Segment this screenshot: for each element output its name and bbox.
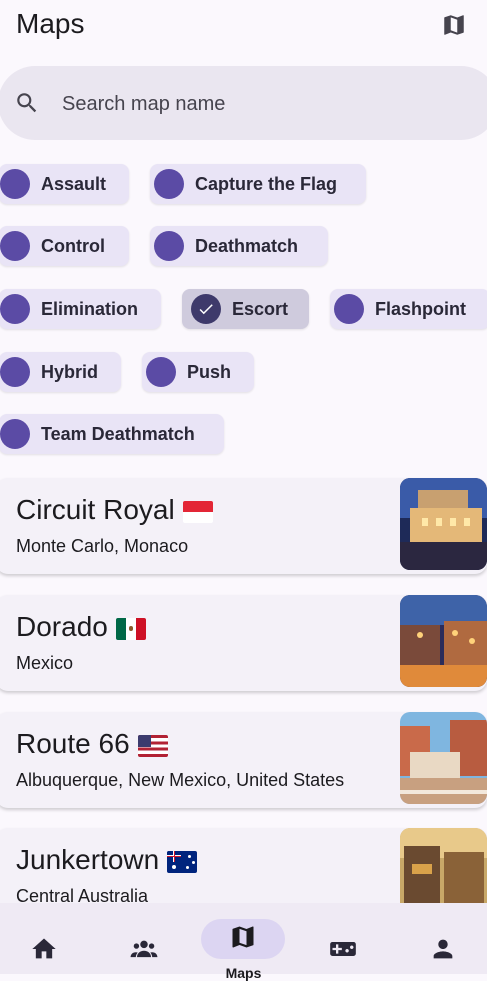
filter-chip-capture-the-flag[interactable]: Capture the Flag <box>150 164 366 204</box>
map-name: Junkertown <box>16 844 198 876</box>
map-view-button[interactable] <box>439 10 469 40</box>
chip-label: Team Deathmatch <box>41 423 195 444</box>
page-title: Maps <box>16 8 85 39</box>
map-name: Route 66 <box>16 728 168 760</box>
search-input[interactable] <box>60 86 444 122</box>
map-location: Mexico <box>16 653 74 673</box>
chip-label: Flashpoint <box>375 298 466 319</box>
filter-chip-assault[interactable]: Assault <box>0 164 129 204</box>
map-location: Monte Carlo, Monaco <box>16 536 189 556</box>
map-thumbnail <box>400 595 487 687</box>
australia-flag-icon <box>167 850 198 873</box>
chip-check <box>191 294 221 324</box>
search-icon <box>17 93 37 113</box>
chip-avatar-dot <box>0 357 30 387</box>
chip-avatar-dot <box>0 231 30 261</box>
nav-item-profile[interactable] <box>403 903 483 974</box>
chip-label: Deathmatch <box>195 235 299 256</box>
map-card-route-66[interactable]: Route 66 Albuquerque, New Mexico, United… <box>0 712 487 808</box>
filter-chip-team-deathmatch[interactable]: Team Deathmatch <box>0 414 224 454</box>
chip-avatar-dot <box>334 294 364 324</box>
map-icon <box>232 926 254 948</box>
filter-chip-push[interactable]: Push <box>142 352 254 392</box>
chip-label: Hybrid <box>41 361 99 382</box>
map-card-dorado[interactable]: Dorado Mexico <box>0 595 487 691</box>
chip-avatar-dot <box>146 357 176 387</box>
mexico-flag-icon <box>115 617 146 640</box>
map-thumbnail <box>400 478 487 570</box>
filter-chip-flashpoint[interactable]: Flashpoint <box>330 289 487 329</box>
map-icon <box>444 15 464 35</box>
chip-avatar-dot <box>154 169 184 199</box>
chip-label: Assault <box>41 173 107 194</box>
filter-chip-escort[interactable]: Escort <box>182 289 309 329</box>
chip-label: Escort <box>232 298 289 319</box>
map-name: Dorado <box>16 611 146 643</box>
bottom-navigation: Maps <box>0 903 487 981</box>
chip-label: Push <box>187 361 232 382</box>
top-app-bar: Maps <box>0 0 487 52</box>
map-name: Circuit Royal <box>16 494 213 526</box>
search-bar[interactable] <box>0 66 487 140</box>
nav-item-maps[interactable] <box>203 903 283 974</box>
chip-avatar-dot <box>0 169 30 199</box>
nav-item-games[interactable] <box>303 903 383 974</box>
chip-avatar-dot <box>0 419 30 449</box>
gamepad-icon <box>330 942 356 956</box>
home-icon <box>32 938 56 959</box>
people-icon <box>130 940 158 958</box>
chip-label: Capture the Flag <box>195 173 338 194</box>
check-icon <box>199 304 213 315</box>
nav-item-people[interactable] <box>104 903 184 974</box>
filter-chip-elimination[interactable]: Elimination <box>0 289 161 329</box>
usa-flag-icon <box>137 734 168 757</box>
nav-item-home[interactable] <box>4 903 84 974</box>
chip-avatar-dot <box>0 294 30 324</box>
map-card-circuit-royal[interactable]: Circuit Royal Monte Carlo, Monaco <box>0 478 487 574</box>
chip-avatar-dot <box>154 231 184 261</box>
chip-label: Control <box>41 235 105 256</box>
map-thumbnail <box>400 712 487 804</box>
chip-label: Elimination <box>41 298 139 319</box>
monaco-flag-icon <box>182 500 213 523</box>
nav-label-maps: Maps <box>225 965 262 981</box>
filter-chip-hybrid[interactable]: Hybrid <box>0 352 121 392</box>
person-icon <box>433 939 453 959</box>
map-location: Albuquerque, New Mexico, United States <box>16 770 345 790</box>
filter-chip-deathmatch[interactable]: Deathmatch <box>150 226 328 266</box>
filter-chip-control[interactable]: Control <box>0 226 129 266</box>
